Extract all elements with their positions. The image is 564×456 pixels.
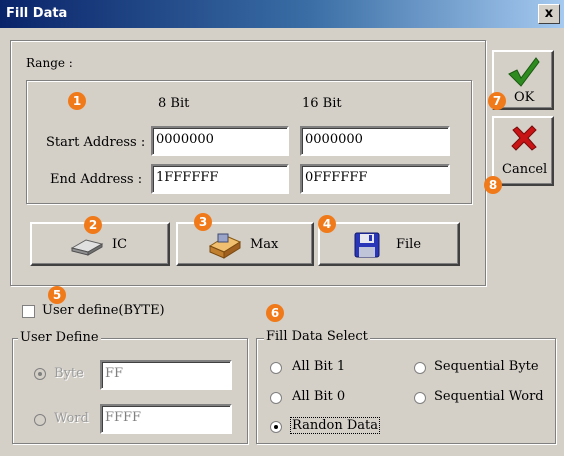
cross-icon [510,124,538,156]
start-address-8bit-input[interactable]: 0000000 [151,126,289,156]
window-title: Fill Data [6,6,68,21]
sequential-word-radio[interactable] [414,392,426,404]
fill-data-dialog: Fill Data x Range : 1 8 Bit 16 Bit Start… [0,0,564,456]
user-define-checkbox-label[interactable]: User define(BYTE) [42,303,165,318]
file-button-label: File [396,237,422,252]
end-address-8bit-input[interactable]: 1FFFFFF [151,164,289,194]
start-address-label: Start Address : [46,135,146,150]
all-bit-0-label[interactable]: All Bit 0 [292,389,345,404]
badge-6: 6 [266,304,284,322]
byte-value: FF [105,366,124,381]
ok-button-label: OK [514,90,535,105]
random-data-label[interactable]: Randon Data [290,417,381,434]
start-address-16bit-input[interactable]: 0000000 [300,126,450,156]
word-radio[interactable] [34,414,46,426]
fill-data-select-label: Fill Data Select [264,329,370,344]
badge-4: 4 [318,215,336,233]
ic-button-label: IC [112,237,128,252]
all-bit-0-radio[interactable] [270,392,282,404]
sequential-word-label[interactable]: Sequential Word [434,389,544,404]
cancel-button[interactable]: Cancel [492,116,554,186]
title-bar[interactable]: Fill Data x [0,0,564,28]
close-button[interactable]: x [538,4,560,24]
file-button[interactable]: File [318,222,460,266]
start-address-16bit-value: 0000000 [305,132,363,147]
col-8bit-header: 8 Bit [158,96,190,111]
badge-3: 3 [194,213,212,231]
sequential-byte-label[interactable]: Sequential Byte [434,359,539,374]
badge-2: 2 [84,216,102,234]
sequential-byte-radio[interactable] [414,362,426,374]
end-address-16bit-input[interactable]: 0FFFFFF [300,164,450,194]
badge-8: 8 [484,176,502,194]
byte-value-input[interactable]: FF [100,360,232,390]
all-bit-1-radio[interactable] [270,362,282,374]
range-label: Range : [26,56,73,70]
max-button-label: Max [250,237,279,252]
user-define-checkbox[interactable] [22,305,35,318]
end-address-label: End Address : [50,172,143,187]
disk-drive-icon [206,230,242,266]
word-value-input[interactable]: FFFF [100,404,232,434]
badge-1: 1 [68,92,86,110]
byte-radio[interactable] [34,368,46,380]
chip-icon [70,236,104,260]
word-radio-label: Word [54,411,89,426]
byte-radio-label: Byte [54,366,84,381]
end-address-16bit-value: 0FFFFFF [305,170,368,185]
badge-7: 7 [488,92,506,110]
end-address-8bit-value: 1FFFFFF [156,170,219,185]
cancel-button-label: Cancel [502,162,548,177]
random-data-radio[interactable] [270,421,282,433]
word-value: FFFF [105,410,142,425]
user-define-group-label: User Define [18,330,101,345]
start-address-8bit-value: 0000000 [156,132,214,147]
col-16bit-header: 16 Bit [302,96,342,111]
all-bit-1-label[interactable]: All Bit 1 [292,359,345,374]
badge-5: 5 [48,286,66,304]
checkmark-icon [506,56,540,92]
floppy-disk-icon [354,232,380,262]
